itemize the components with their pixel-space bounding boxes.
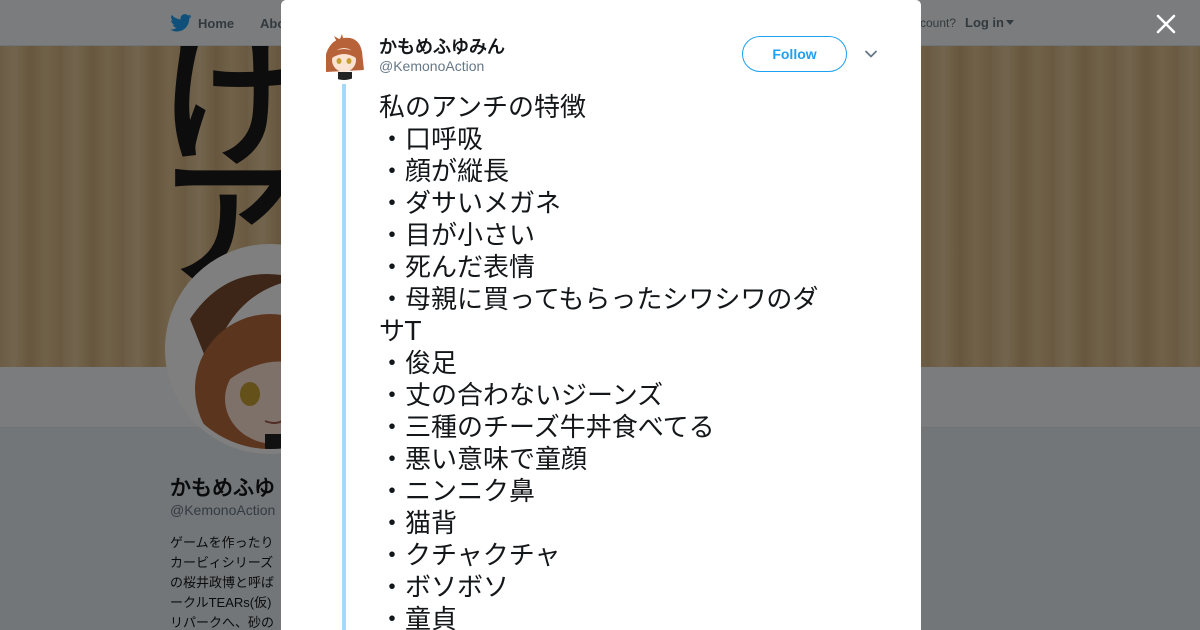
tweet-text: 私のアンチの特徴 ・口呼吸 ・顔が縦長 ・ダサいメガネ ・目が小さい ・死んだ表… <box>379 92 869 630</box>
thread-line <box>342 84 346 630</box>
tweet-line: ・ボソボソ <box>379 573 510 603</box>
tweet-line: ・ダサいメガネ <box>379 189 562 219</box>
tweet-modal: かもめふゆみん @KemonoAction Follow 私のアンチの特徴 ・口… <box>281 0 921 630</box>
tweet-author-avatar[interactable] <box>320 32 368 80</box>
tweet-line: ・口呼吸 <box>379 125 484 155</box>
tweet-line: ・死んだ表情 <box>379 253 536 283</box>
tweet-line: ・丈の合わないジーンズ <box>379 381 664 411</box>
tweet-line: ・クチャクチャ <box>379 541 561 571</box>
tweet-line: ・悪い意味で童顔 <box>379 445 588 475</box>
anime-avatar-image <box>320 32 368 80</box>
tweet-author-name[interactable]: かもめふゆみん <box>379 33 505 59</box>
tweet-author-handle[interactable]: @KemonoAction <box>379 58 484 74</box>
close-icon[interactable] <box>1153 11 1179 37</box>
tweet-line: サT <box>379 317 421 347</box>
tweet-line: ・童貞 <box>379 605 458 630</box>
tweet-line: 私のアンチの特徴 <box>379 93 586 123</box>
tweet-line: ・三種のチーズ牛丼食べてる <box>379 413 715 443</box>
tweet-line: ・猫背 <box>379 509 458 539</box>
tweet-line: ・俊足 <box>379 349 458 379</box>
tweet-line: ・目が小さい <box>379 221 536 251</box>
chevron-down-icon[interactable] <box>864 47 878 61</box>
follow-button[interactable]: Follow <box>742 36 847 72</box>
tweet-line: ・母親に買ってもらったシワシワのダ <box>379 285 819 315</box>
tweet-line: ・顔が縦長 <box>379 157 510 187</box>
tweet-line: ・ニンニク鼻 <box>379 477 536 507</box>
